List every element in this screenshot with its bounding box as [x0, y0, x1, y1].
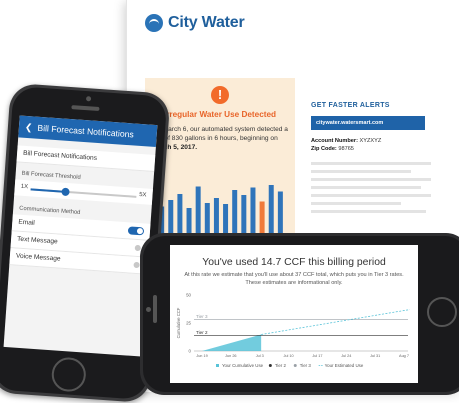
method-label: Text Message: [16, 235, 58, 246]
irregular-use-alert-card: ! Irregular Water Use Detected On March …: [145, 78, 295, 236]
placeholder-line: [311, 162, 431, 165]
usage-bar: [168, 200, 174, 234]
account-number: XYZXYZ: [359, 138, 382, 144]
x-tick-label: Jul 24: [341, 354, 351, 358]
water-drop-icon: [145, 14, 163, 32]
x-tick-label: Jul 17: [312, 354, 322, 358]
x-tick-label: Jul 3: [256, 354, 264, 358]
notifications-screen: ❮ Bill Forecast Notifications Bill Foreca…: [3, 115, 158, 357]
slider-min-label: 1X: [20, 183, 29, 191]
y-tick-label: 50: [186, 293, 191, 298]
voice-message-toggle[interactable]: [133, 261, 140, 269]
alert-body-text: On March 6, our automated system detecte…: [152, 126, 288, 142]
usage-bar: [241, 195, 247, 234]
estimated-use-line: [261, 309, 410, 335]
front-camera: [146, 307, 151, 312]
legend-label: Your Estimated Use: [325, 363, 364, 368]
placeholder-line: [311, 194, 431, 197]
usage-bar: [268, 185, 274, 234]
exclamation-icon: !: [211, 86, 229, 104]
faster-alerts-heading: GET FASTER ALERTS: [311, 102, 390, 109]
zip-code: 98765: [338, 146, 354, 152]
cumulative-use-area: [202, 334, 262, 351]
usage-bar: [213, 198, 219, 234]
placeholder-line: [311, 178, 431, 181]
tier-label: Tier 2: [196, 330, 208, 335]
water-usage-bar-chart: [155, 185, 287, 234]
y-tick-label: 0: [189, 349, 192, 354]
method-label: Email: [18, 218, 36, 227]
account-info: Account Number: XYZXYZ Zip Code: 98765: [311, 137, 381, 153]
bill-forecast-row-label: Bill Forecast Notifications: [22, 149, 98, 162]
legend-swatch: [216, 364, 219, 367]
tier-label: Tier 3: [196, 314, 208, 319]
usage-bar: [204, 203, 210, 234]
usage-bar: [195, 186, 201, 234]
usage-bar: [259, 201, 265, 234]
zip-code-label: Zip Code:: [311, 146, 337, 152]
brand-name: City Water: [168, 14, 245, 31]
placeholder-line: [311, 170, 411, 173]
slider-track[interactable]: [30, 187, 137, 198]
usage-subtitle: At this rate we estimate that you'll use…: [184, 272, 404, 286]
city-water-logo: City Water: [145, 14, 245, 32]
y-tick-label: 25: [186, 321, 191, 326]
usage-bar: [186, 208, 192, 234]
legend-label: Your Cumulative Use: [222, 363, 264, 368]
slider-fill: [30, 187, 66, 193]
header-title: Bill Forecast Notifications: [37, 122, 135, 140]
slider-handle[interactable]: [61, 187, 70, 196]
x-tick-label: Jun 26: [225, 354, 236, 358]
x-tick-label: Jul 31: [370, 354, 380, 358]
placeholder-line: [311, 210, 426, 213]
legend-label: Tier 2: [275, 363, 287, 368]
legend-swatch: [268, 364, 272, 367]
usage-bar: [277, 191, 283, 234]
usage-bar: [250, 187, 256, 234]
email-toggle[interactable]: [127, 226, 145, 236]
placeholder-line: [311, 186, 421, 189]
usage-bar: [177, 194, 183, 234]
legend-swatch: [293, 364, 297, 367]
usage-bar: [232, 190, 238, 234]
usage-screen: You've used 14.7 CCF this billing period…: [170, 245, 418, 383]
account-number-label: Account Number:: [311, 138, 358, 144]
usage-title: You've used 14.7 CCF this billing period: [202, 257, 386, 268]
usage-bar: [223, 204, 229, 234]
signup-url[interactable]: citywater.watersmart.com: [311, 116, 425, 130]
y-axis-label: Cumulative CCF: [176, 307, 181, 338]
alert-body: On March 6, our automated system detecte…: [152, 125, 292, 152]
home-button[interactable]: [427, 297, 457, 327]
method-label: Voice Message: [15, 252, 61, 263]
placeholder-line: [311, 202, 401, 205]
legend-label: Tier 3: [300, 363, 312, 368]
back-chevron-icon[interactable]: ❮: [25, 122, 33, 133]
landscape-phone: You've used 14.7 CCF this billing period…: [140, 233, 459, 395]
x-tick-label: Jun 19: [196, 354, 207, 358]
cumulative-usage-chart: Cumulative CCF 0 25 50 Tier 2 Tier 3 Jun 19 Jun…: [176, 293, 410, 368]
x-tick-label: Jul 10: [284, 354, 294, 358]
earpiece-speaker: [153, 295, 157, 323]
slider-max-label: 5X: [138, 192, 147, 199]
x-tick-label: Aug 7: [399, 354, 409, 358]
